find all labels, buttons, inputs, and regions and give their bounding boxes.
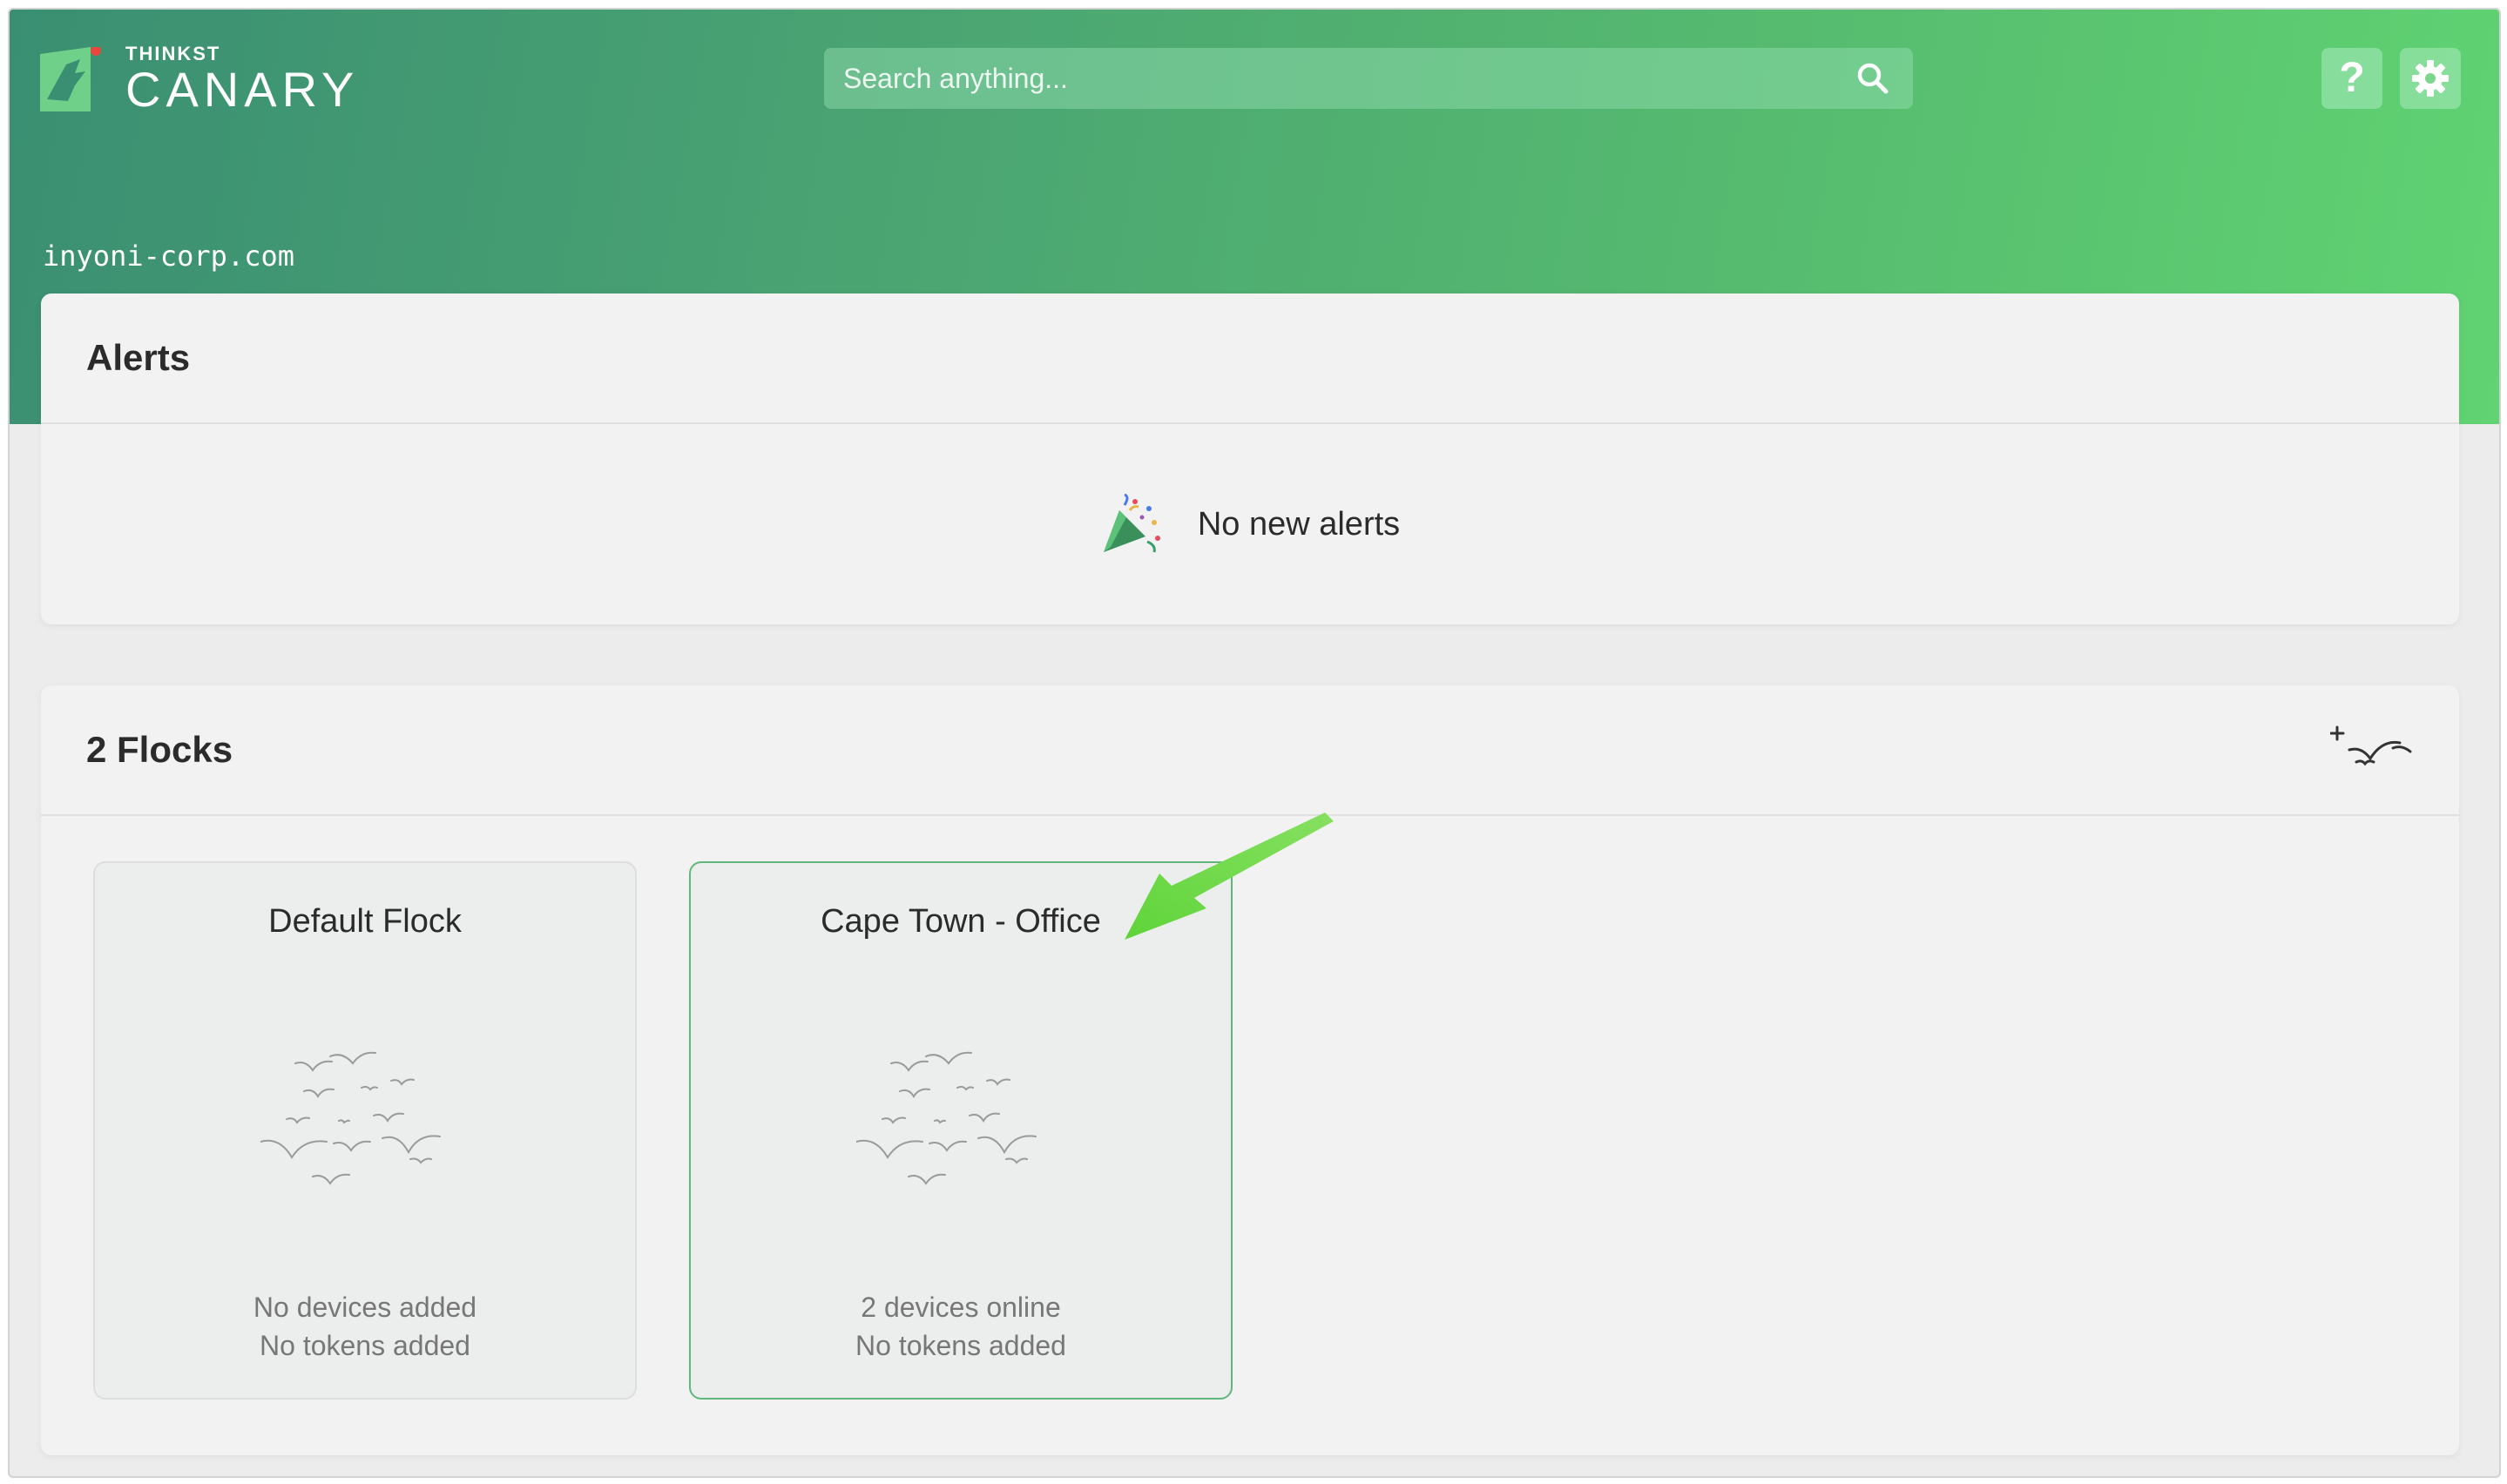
alerts-title: Alerts xyxy=(86,337,191,378)
alerts-card: Alerts No new alerts xyxy=(41,293,2459,624)
flocks-body: Default Flock No devices added No tokens… xyxy=(41,816,2459,1455)
flock-card-cape-town-office[interactable]: Cape Town - Office 2 devices online No t… xyxy=(689,861,1233,1400)
help-icon: ? xyxy=(2339,55,2365,101)
flock-tokens-status: No tokens added xyxy=(855,1330,1066,1361)
canary-logo[interactable]: THINKST CANARY xyxy=(40,44,359,114)
birds-flock-icon xyxy=(260,1051,441,1185)
flocks-card: 2 Flocks Default Flock No devices added … xyxy=(41,685,2459,1455)
logo-big-text: CANARY xyxy=(125,62,360,117)
party-popper-icon xyxy=(1103,493,1160,553)
flock-name: Cape Town - Office xyxy=(821,903,1101,940)
flocks-header: 2 Flocks xyxy=(41,685,2459,816)
search-input[interactable] xyxy=(824,47,1855,110)
flock-tokens-status: No tokens added xyxy=(260,1330,470,1361)
flock-card-default[interactable]: Default Flock No devices added No tokens… xyxy=(93,861,637,1400)
alerts-body: No new alerts xyxy=(41,424,2459,624)
settings-button[interactable] xyxy=(2400,48,2461,109)
gear-icon xyxy=(2412,60,2449,97)
add-flock-icon[interactable] xyxy=(2330,724,2417,776)
flocks-title: 2 Flocks xyxy=(86,729,233,770)
logo-wordmark: THINKST CANARY xyxy=(125,44,359,114)
flock-devices-status: 2 devices online xyxy=(861,1292,1061,1323)
help-button[interactable]: ? xyxy=(2321,48,2382,109)
flock-stats: No devices added No tokens added xyxy=(95,1288,635,1365)
logo-small-text: THINKST xyxy=(125,43,221,64)
alerts-header: Alerts xyxy=(41,293,2459,424)
domain-label: inyoni-corp.com xyxy=(43,239,294,273)
search-icon[interactable] xyxy=(1855,61,1890,96)
flock-stats: 2 devices online No tokens added xyxy=(691,1288,1231,1365)
flock-name: Default Flock xyxy=(268,903,462,940)
canary-logo-icon xyxy=(40,47,101,111)
no-alerts-message: No new alerts xyxy=(1197,505,1401,543)
app-window: THINKST CANARY ? i xyxy=(8,8,2501,1478)
search-bar[interactable] xyxy=(824,47,1913,110)
flock-devices-status: No devices added xyxy=(253,1292,477,1323)
birds-flock-icon xyxy=(856,1051,1037,1185)
